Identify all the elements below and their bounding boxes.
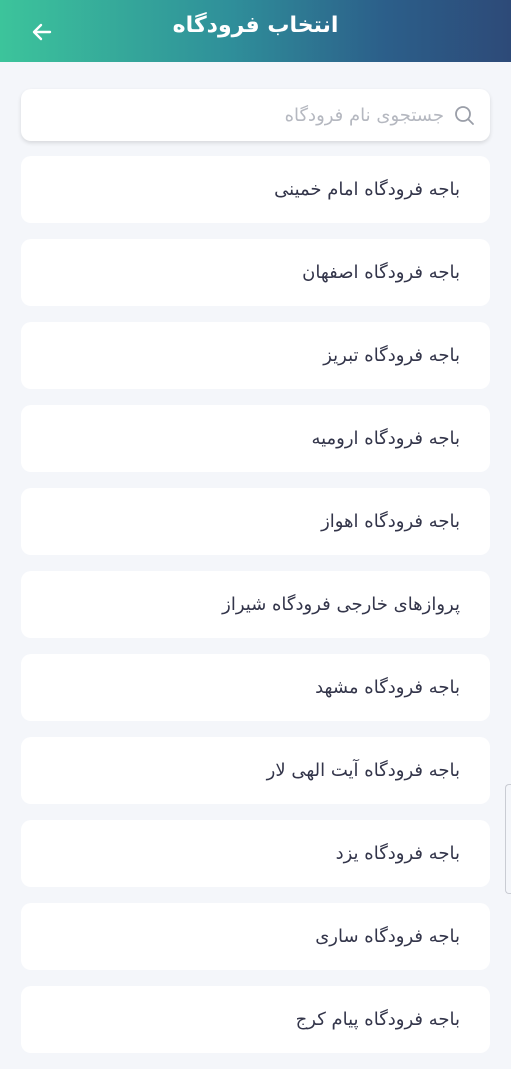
airport-label: باجه فرودگاه مشهد [315, 677, 460, 698]
scrollbar-handle[interactable] [505, 784, 511, 894]
list-item[interactable]: باجه فرودگاه مشهد [21, 654, 490, 721]
page-title: انتخاب فرودگاه [172, 13, 339, 38]
app-header: انتخاب فرودگاه [0, 0, 511, 62]
search-icon [455, 106, 474, 125]
list-item[interactable]: باجه فرودگاه پیام کرج [21, 986, 490, 1053]
list-item[interactable]: باجه فرودگاه تبریز [21, 322, 490, 389]
search-bar[interactable] [21, 89, 490, 141]
list-item[interactable]: باجه فرودگاه ساری [21, 903, 490, 970]
airport-label: باجه فرودگاه اصفهان [302, 262, 460, 283]
airport-label: باجه فرودگاه اهواز [321, 511, 460, 532]
airport-label: باجه فرودگاه یزد [335, 843, 460, 864]
list-item[interactable]: باجه فرودگاه اهواز [21, 488, 490, 555]
search-input[interactable] [21, 89, 444, 141]
list-item[interactable]: باجه فرودگاه آیت الهی لار [21, 737, 490, 804]
airport-list: باجه فرودگاه امام خمینی باجه فرودگاه اصف… [21, 156, 490, 1069]
airport-label: باجه فرودگاه تبریز [323, 345, 460, 366]
airport-label: باجه فرودگاه امام خمینی [274, 179, 460, 200]
list-item[interactable]: باجه فرودگاه امام خمینی [21, 156, 490, 223]
list-item[interactable]: باجه فرودگاه اصفهان [21, 239, 490, 306]
airport-label: باجه فرودگاه آیت الهی لار [266, 760, 460, 781]
airport-label: پروازهای خارجی فرودگاه شیراز [222, 594, 460, 615]
list-item[interactable]: باجه فرودگاه ارومیه [21, 405, 490, 472]
airport-label: باجه فرودگاه ارومیه [311, 428, 460, 449]
airport-label: باجه فرودگاه ساری [315, 926, 460, 947]
list-item[interactable]: پروازهای خارجی فرودگاه شیراز [21, 571, 490, 638]
airport-label: باجه فرودگاه پیام کرج [295, 1009, 460, 1030]
list-item[interactable]: باجه فرودگاه یزد [21, 820, 490, 887]
